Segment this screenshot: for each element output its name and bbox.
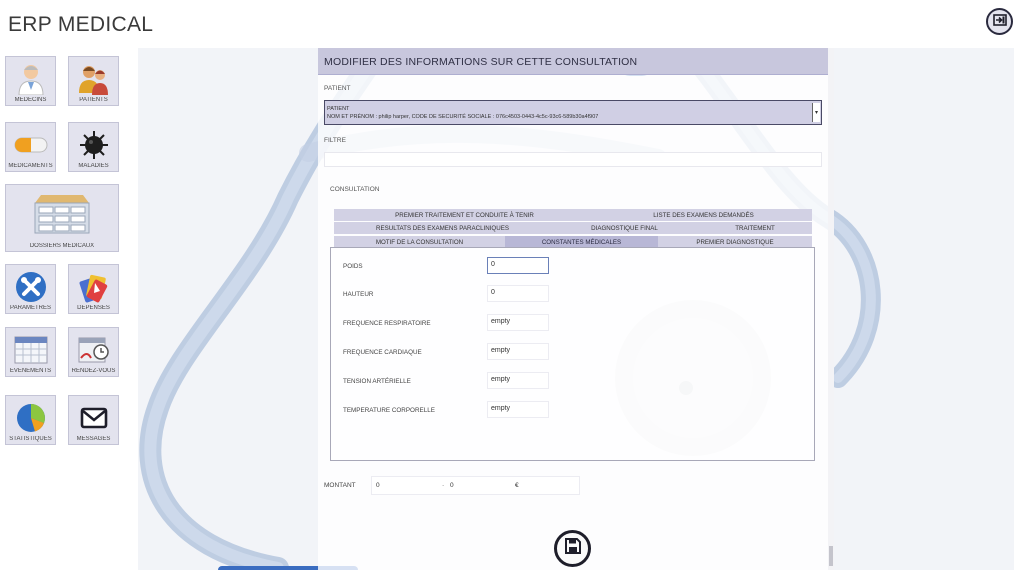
tab-liste-examens[interactable]: LISTE DES EXAMENS DEMANDÉS	[595, 209, 812, 221]
sidebar-tile-depenses[interactable]: DÉPENSES	[68, 264, 119, 314]
form-title: MODIFIER DES INFORMATIONS SUR CETTE CONS…	[324, 56, 638, 68]
montant-currency: €	[515, 482, 519, 489]
doctor-icon	[14, 62, 48, 96]
poids-input[interactable]: 0	[487, 257, 549, 274]
frequence-respiratoire-input[interactable]: empty	[487, 314, 549, 331]
sidebar-tile-label: ÉVÉNEMENTS	[9, 368, 52, 374]
patient-select-heading: PATIENT	[327, 106, 350, 112]
montant-label: MONTANT	[324, 482, 356, 489]
app-title: ERP MEDICAL	[8, 13, 154, 36]
sidebar-tile-dossiers-medicaux[interactable]: DOSSIERS MÉDICAUX	[5, 184, 119, 252]
sidebar-tile-label: PARAMÈTRES	[10, 305, 51, 311]
hauteur-label: HAUTEUR	[343, 291, 374, 298]
sidebar-tile-label: MÉDICAMENTS	[8, 163, 53, 169]
consultation-label: CONSULTATION	[330, 186, 380, 193]
sidebar-tile-medicaments[interactable]: MÉDICAMENTS	[5, 122, 56, 172]
frequence-cardiaque-input[interactable]: empty	[487, 343, 549, 360]
patient-select[interactable]: PATIENT NOM ET PRÉNOM : philip harper, C…	[324, 100, 822, 125]
sidebar-tile-label: STATISTIQUES	[9, 436, 52, 442]
tab-traitement[interactable]: TRAITEMENT	[698, 222, 812, 234]
tab-content: POIDS 0 HAUTEUR 0 FREQUENCE RESPIRATOIRE…	[330, 247, 815, 461]
montant-value-units: 0	[376, 482, 380, 489]
sidebar-tile-label: MÉDECINS	[14, 97, 47, 103]
pie-chart-icon	[14, 401, 48, 435]
patient-select-value: NOM ET PRÉNOM : philip harper, CODE DE S…	[327, 114, 599, 120]
envelope-icon	[77, 401, 111, 435]
frequence-respiratoire-label: FREQUENCE RESPIRATOIRE	[343, 320, 431, 327]
tension-arterielle-label: TENSION ARTÉRIELLE	[343, 378, 411, 385]
appointment-icon	[77, 333, 111, 367]
form-header: MODIFIER DES INFORMATIONS SUR CETTE CONS…	[318, 48, 828, 75]
sidebar-tile-messages[interactable]: MESSAGES	[68, 395, 119, 445]
sidebar-tile-parametres[interactable]: PARAMÈTRES	[5, 264, 56, 314]
sidebar-tile-label: DÉPENSES	[77, 305, 110, 311]
pill-icon	[14, 128, 48, 162]
temperature-corporelle-input[interactable]: empty	[487, 401, 549, 418]
sidebar-tile-rendez-vous[interactable]: RENDEZ-VOUS	[68, 327, 119, 377]
consultation-form-panel: MODIFIER DES INFORMATIONS SUR CETTE CONS…	[318, 48, 828, 570]
sidebar-tile-maladies[interactable]: MALADIES	[68, 122, 119, 172]
montant-input[interactable]: 0 · 0 €	[371, 476, 580, 495]
sidebar-tile-label: MALADIES	[78, 163, 109, 169]
tension-arterielle-input[interactable]: empty	[487, 372, 549, 389]
tab-diagnostique-final[interactable]: DIAGNOSTIQUE FINAL	[551, 222, 698, 234]
sidebar-tile-statistiques[interactable]: STATISTIQUES	[5, 395, 56, 445]
exit-icon	[992, 13, 1007, 31]
chevron-down-icon[interactable]: ▾	[812, 103, 820, 122]
temperature-corporelle-label: TEMPERATURE CORPORELLE	[343, 407, 435, 414]
tools-icon	[14, 270, 48, 304]
patients-icon	[77, 62, 111, 96]
scrollbar-thumb[interactable]	[829, 546, 833, 566]
sidebar-tile-label: MESSAGES	[76, 436, 111, 442]
tab-premier-traitement[interactable]: PREMIER TRAITEMENT ET CONDUITE À TENIR	[334, 209, 595, 221]
frequence-cardiaque-label: FREQUENCE CARDIAQUE	[343, 349, 422, 356]
poids-label: POIDS	[343, 263, 363, 270]
hauteur-input[interactable]: 0	[487, 285, 549, 302]
sidebar-tile-label: RENDEZ-VOUS	[71, 368, 116, 374]
sidebar-tile-evenements[interactable]: ÉVÉNEMENTS	[5, 327, 56, 377]
patient-label: PATIENT	[324, 85, 351, 92]
sidebar-tile-label: PATIENTS	[79, 97, 108, 103]
filter-input[interactable]	[324, 152, 822, 167]
tab-resultats-examens[interactable]: RESULTATS DES EXAMENS PARACLINIQUES	[334, 222, 551, 234]
floppy-disk-icon	[564, 537, 582, 560]
filter-label: FILTRE	[324, 137, 346, 144]
montant-separator: ·	[442, 482, 445, 489]
scrollbar[interactable]	[828, 48, 834, 570]
virus-icon	[77, 128, 111, 162]
save-button[interactable]	[554, 530, 591, 567]
calendar-icon	[14, 333, 48, 367]
sidebar-tile-medecins[interactable]: MÉDECINS	[5, 56, 56, 106]
cards-icon	[77, 270, 111, 304]
sidebar-tile-label: DOSSIERS MÉDICAUX	[29, 243, 95, 249]
exit-button[interactable]	[986, 8, 1013, 35]
montant-value-cents: 0	[450, 482, 454, 489]
sidebar-tile-patients[interactable]: PATIENTS	[68, 56, 119, 106]
files-icon	[22, 191, 102, 235]
